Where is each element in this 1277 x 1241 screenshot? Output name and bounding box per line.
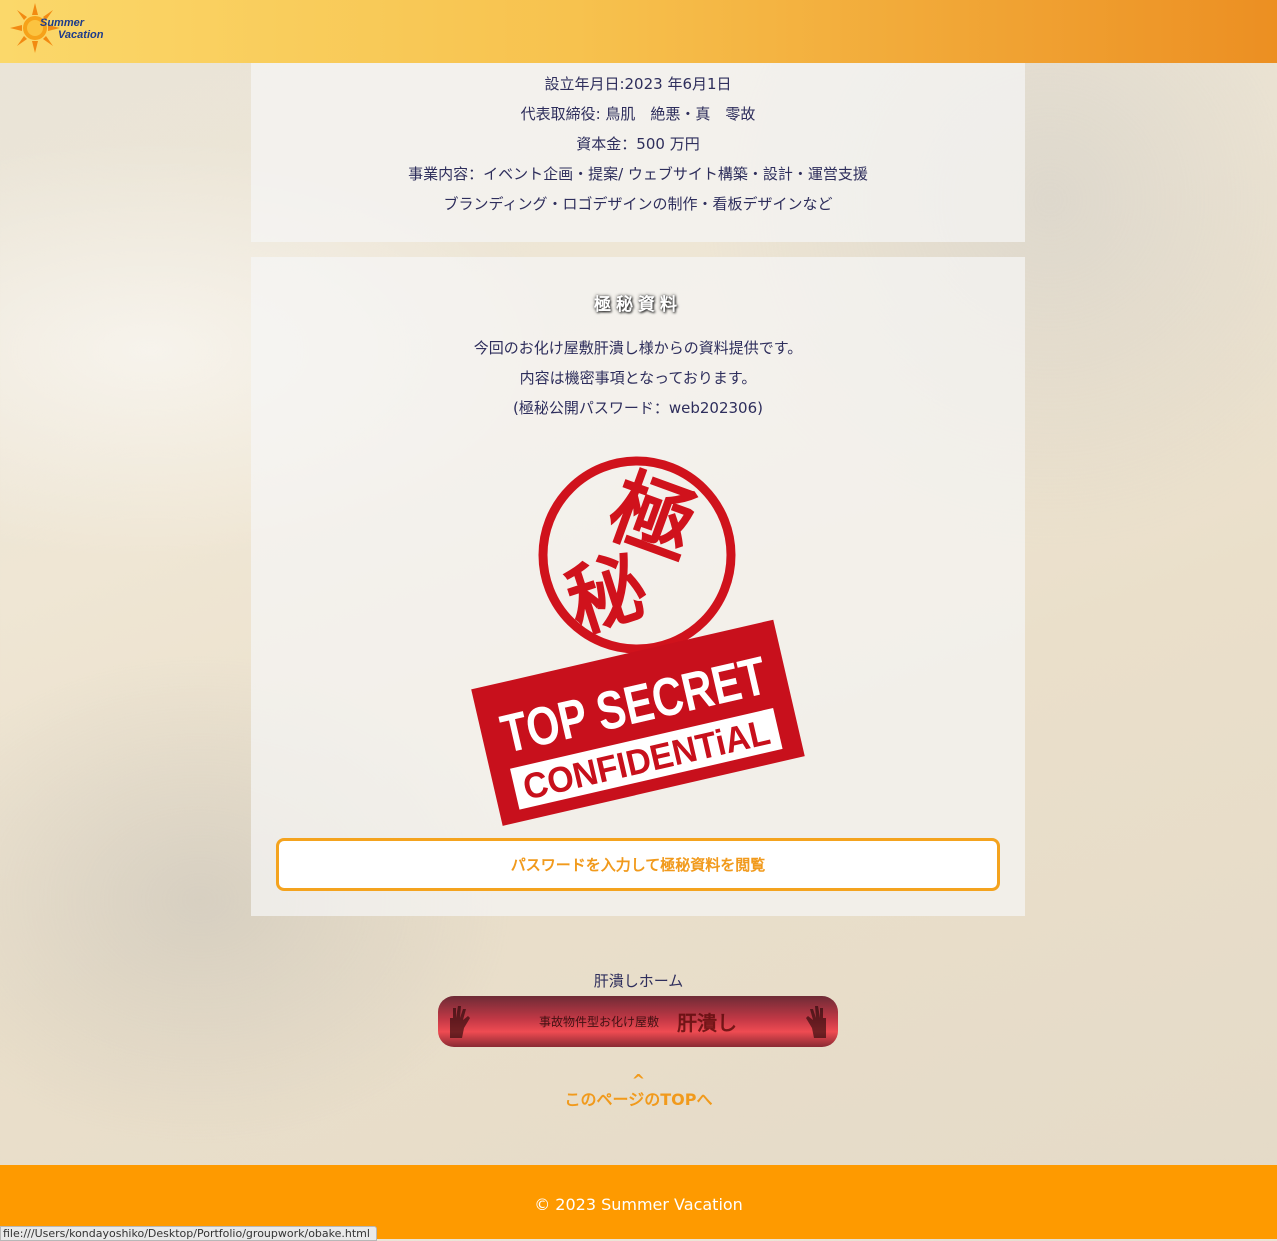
secret-desc-line-1: 今回のお化け屋敷肝潰し様からの資料提供です。 [473,339,803,357]
summer-vacation-logo[interactable]: Summer Vacation [10,3,110,53]
kimotsubushi-home-banner[interactable]: 事故物件型お化け屋敷 肝潰し [438,996,838,1047]
home-link-label: 肝潰しホーム [593,972,684,990]
secret-desc-line-2: 内容は機密事項となっております。 [519,369,757,387]
secret-document-panel: 極秘資料 今回のお化け屋敷肝潰し様からの資料提供です。 内容は機密事項となってお… [251,257,1025,916]
view-secret-documents-button[interactable]: パスワードを入力して極秘資料を閲覧 [276,838,1000,891]
banner-title: 肝潰し [677,1011,737,1035]
section-title: 極秘資料 [594,295,682,315]
handprint-icon [450,1006,470,1038]
logo-line-2: Vacation [58,29,104,41]
handprint-icon [806,1006,826,1038]
capital: 資本金：500 万円 [576,135,700,153]
logo-line-1: Summer [40,17,85,29]
caret-up-icon: ^ [631,1071,646,1090]
business-content-2: ブランディング・ロゴデザインの制作・看板デザインなど [443,195,833,213]
company-info-panel: 設立年月日:2023 年6月1日 代表取締役: 鳥肌 絶悪・真 零故 資本金：5… [251,63,1025,242]
button-label: パスワードを入力して極秘資料を閲覧 [510,856,766,874]
password-hint: (極秘公開パスワード：web202306) [513,399,763,417]
business-content: 事業内容：イベント企画・提案/ ウェブサイト構築・設計・運営支援 [408,165,868,183]
logo-text: Summer Vacation [40,17,103,41]
representative: 代表取締役: 鳥肌 絶悪・真 零故 [520,105,756,123]
back-to-top-link[interactable]: ^ このページのTOPへ [0,1072,1277,1110]
site-header: Summer Vacation [0,0,1277,63]
founding-date: 設立年月日:2023 年6月1日 [544,75,732,93]
back-to-top-label: このページのTOPへ [564,1090,713,1109]
banner-subtitle: 事故物件型お化け屋敷 [538,1015,659,1029]
top-secret-stamp-image: 極 秘 TOP SECRET CONFIDENTiAL [471,456,805,826]
copyright-text: © 2023 Summer Vacation [534,1195,743,1214]
